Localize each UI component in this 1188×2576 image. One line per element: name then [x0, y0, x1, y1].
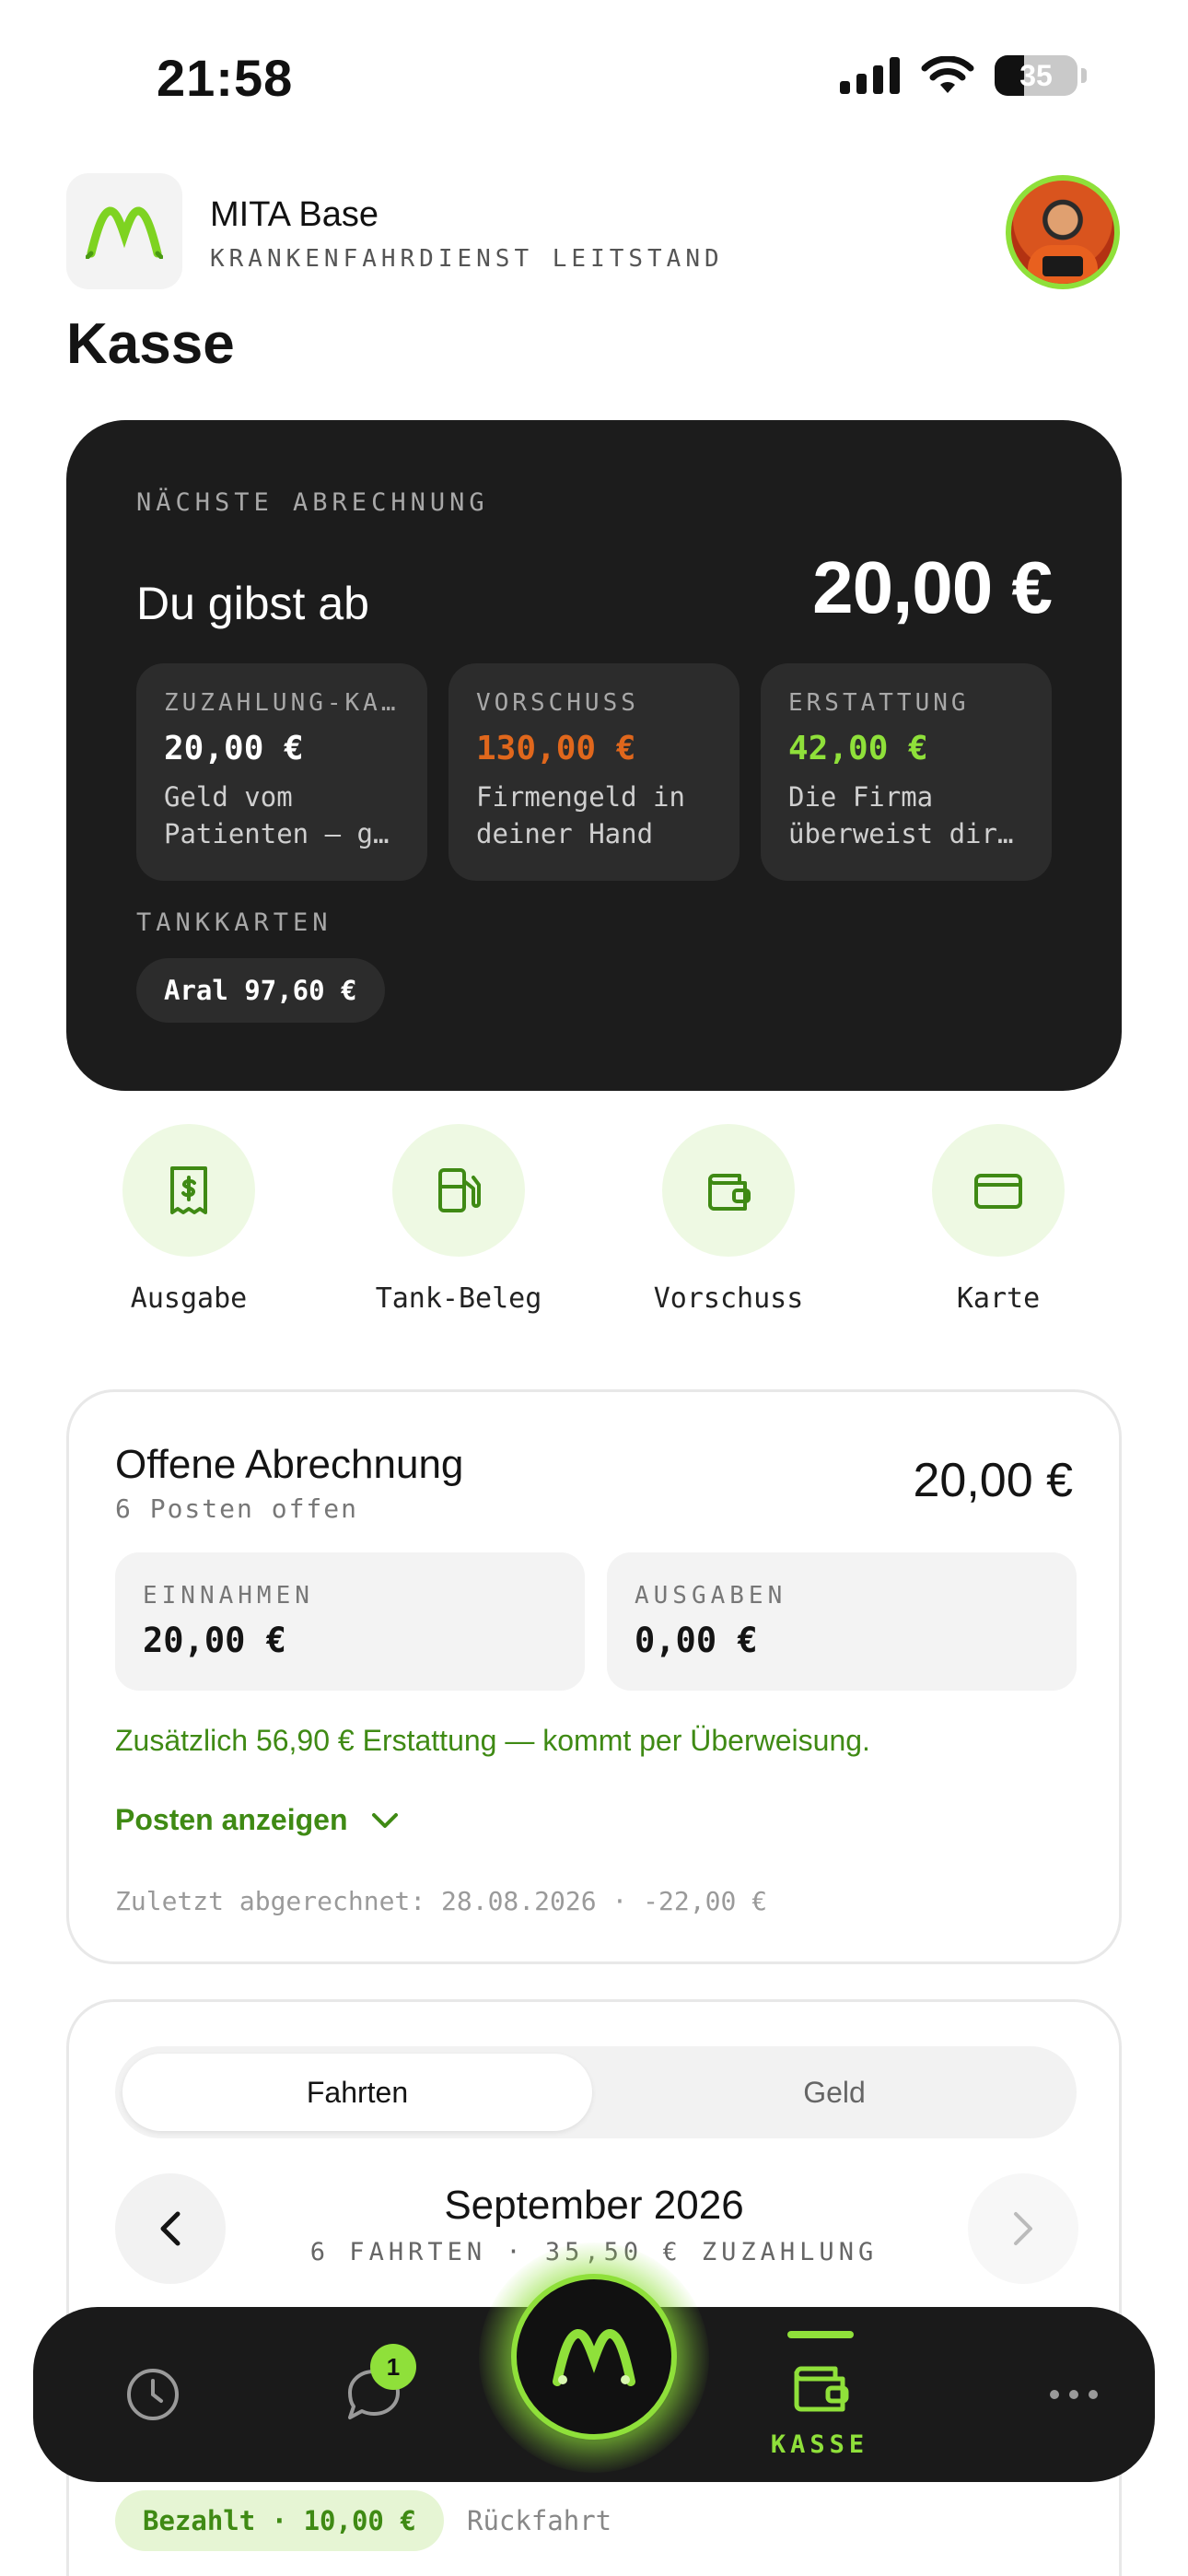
- tab-cash[interactable]: [787, 2355, 854, 2422]
- month-title: September 2026: [444, 2183, 744, 2228]
- last-settled: Zuletzt abgerechnet: 28.08.2026 · -22,00…: [115, 1886, 768, 1916]
- refund-title: ERSTATTUNG: [788, 689, 970, 717]
- copayment-title: ZUZAHLUNG-KA…: [164, 689, 400, 717]
- refund-desc: Die Firma überweist dir…: [788, 781, 1014, 849]
- app-name: MITA Base: [210, 195, 379, 234]
- avatar[interactable]: [1006, 175, 1120, 289]
- fuel-pump-icon: [438, 1168, 481, 1212]
- income-value: 20,00 €: [143, 1621, 286, 1660]
- show-items-toggle[interactable]: Posten anzeigen: [115, 1803, 400, 1837]
- action-card-label: Karte: [956, 1282, 1041, 1315]
- more-icon: [1050, 2390, 1098, 2399]
- open-statement-amount: 20,00 €: [913, 1454, 1074, 1507]
- segmented-control: Fahrten Geld: [115, 2046, 1077, 2138]
- copayment-value: 20,00 €: [164, 730, 304, 767]
- summary-amount: 20,00 €: [812, 546, 1053, 628]
- tab-messages[interactable]: 1: [319, 2307, 429, 2482]
- wallet-icon: [794, 2366, 849, 2412]
- summary-label: NÄCHSTE ABRECHNUNG: [136, 488, 489, 517]
- open-statement-subtitle: 6 Posten offen: [115, 1493, 359, 1524]
- tab-money[interactable]: Geld: [600, 2054, 1069, 2131]
- status-time: 21:58: [157, 49, 294, 107]
- action-expense[interactable]: Ausgabe: [78, 1124, 299, 1315]
- action-fuel-label: Tank-Beleg: [375, 1282, 542, 1315]
- copayment-card[interactable]: ZUZAHLUNG-KA… 20,00 € Geld vom Patienten…: [136, 663, 427, 881]
- action-card[interactable]: Karte: [888, 1124, 1109, 1315]
- page-title: Kasse: [66, 312, 235, 376]
- action-advance[interactable]: Vorschuss: [618, 1124, 839, 1315]
- advance-title: VORSCHUSS: [476, 689, 639, 717]
- advance-value: 130,00 €: [476, 730, 636, 767]
- receipt-dollar-icon: [170, 1166, 207, 1214]
- action-card-circle[interactable]: [932, 1124, 1065, 1257]
- active-tab-indicator: [787, 2331, 854, 2338]
- wifi-icon: [921, 56, 974, 93]
- battery-icon: 35: [995, 55, 1077, 96]
- action-fuel-circle[interactable]: [392, 1124, 525, 1257]
- expense-box: AUSGABEN 0,00 €: [607, 1552, 1077, 1691]
- action-expense-label: Ausgabe: [130, 1282, 248, 1315]
- next-settlement-card: NÄCHSTE ABRECHNUNG Du gibst ab 20,00 € Z…: [66, 420, 1122, 1091]
- expense-label: AUSGABEN: [635, 1582, 787, 1610]
- clock-icon: [127, 2369, 179, 2420]
- action-advance-label: Vorschuss: [653, 1282, 804, 1315]
- fuel-card-chip[interactable]: Aral 97,60 €: [136, 958, 385, 1023]
- open-statement-card: Offene Abrechnung 6 Posten offen 20,00 €…: [66, 1389, 1122, 1964]
- battery-level: 35: [1019, 58, 1053, 92]
- mita-logo-icon: [86, 206, 163, 259]
- next-month-button[interactable]: [968, 2173, 1078, 2284]
- app-subtitle: KRANKENFAHRDIENST LEITSTAND: [210, 245, 724, 273]
- action-fuel-receipt[interactable]: Tank-Beleg: [348, 1124, 569, 1315]
- income-label: EINNAHMEN: [143, 1582, 314, 1610]
- ride-direction: Rückfahrt: [467, 2505, 612, 2536]
- credit-card-icon: [974, 1174, 1022, 1209]
- advance-desc: Firmengeld in deiner Hand: [476, 781, 685, 849]
- income-box: EINNAHMEN 20,00 €: [115, 1552, 585, 1691]
- tab-cash-label: KASSE: [770, 2430, 869, 2459]
- show-items-label: Posten anzeigen: [115, 1803, 348, 1836]
- cellular-signal-icon: [840, 57, 900, 94]
- app-logo[interactable]: [66, 173, 182, 289]
- action-advance-circle[interactable]: [662, 1124, 795, 1257]
- action-expense-circle[interactable]: [122, 1124, 255, 1257]
- tab-more[interactable]: [1019, 2307, 1129, 2482]
- copayment-desc: Geld vom Patienten — g…: [164, 781, 390, 849]
- advance-card[interactable]: VORSCHUSS 130,00 € Firmengeld in deiner …: [448, 663, 740, 881]
- tab-rides[interactable]: Fahrten: [122, 2054, 592, 2131]
- refund-card[interactable]: ERSTATTUNG 42,00 € Die Firma überweist d…: [761, 663, 1052, 881]
- refund-note: Zusätzlich 56,90 € Erstattung — kommt pe…: [115, 1724, 870, 1757]
- fuel-cards-label: TANKKARTEN: [136, 908, 332, 937]
- refund-value: 42,00 €: [788, 730, 928, 767]
- paid-status-chip: Bezahlt · 10,00 €: [115, 2490, 444, 2551]
- mita-logo-icon: [553, 2329, 635, 2386]
- tab-history[interactable]: [98, 2307, 208, 2482]
- wallet-icon: [708, 1174, 751, 1211]
- chevron-right-icon: [1014, 2212, 1032, 2245]
- status-icons: 35: [840, 55, 1087, 96]
- summary-headline: Du gibst ab: [136, 578, 369, 629]
- message-badge: 1: [370, 2344, 416, 2390]
- chevron-down-icon: [371, 1812, 398, 1828]
- open-statement-title: Offene Abrechnung: [115, 1442, 464, 1487]
- expense-value: 0,00 €: [635, 1621, 758, 1660]
- home-button[interactable]: [511, 2274, 677, 2440]
